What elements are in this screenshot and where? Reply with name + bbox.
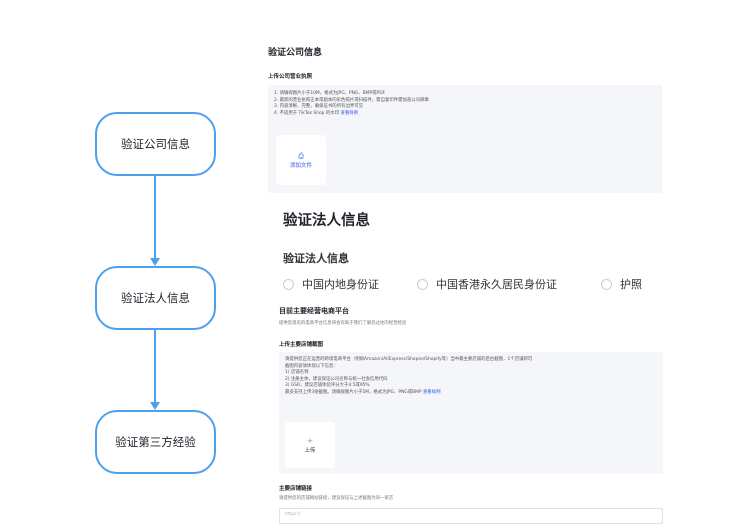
radio-circle-icon	[283, 278, 294, 290]
upload-screenshot-button[interactable]: + 上传	[285, 422, 335, 468]
flow-step-label: 验证公司信息	[121, 137, 190, 151]
legal-section-subtitle: 验证法人信息	[283, 252, 349, 265]
store-link-desc: 请提供您的店铺网站链接，建议保证与上述截图为同一家店	[279, 496, 394, 501]
platform-section-title: 目前主要经营电商平台	[279, 307, 349, 315]
flow-step-verify-third-party: 验证第三方经验	[95, 410, 216, 474]
flow-step-label: 验证法人信息	[121, 291, 190, 305]
store-link-label: 主要店铺链接	[279, 486, 313, 492]
flow-connector	[154, 330, 156, 403]
upload-icon: ⎙	[298, 151, 304, 160]
flow-step-verify-legal: 验证法人信息	[95, 266, 216, 330]
license-tips: 1. 请确保图片小于10M，格式为JPG、PNG、BMP或PDF 2. 最新的营…	[274, 91, 429, 116]
flow-step-verify-company: 验证公司信息	[95, 112, 216, 176]
radio-hk-id[interactable]: 中国香港永久居民身份证	[417, 276, 557, 292]
view-sample-link[interactable]: 查看样例	[423, 390, 441, 395]
plus-icon: +	[307, 436, 313, 445]
view-sample-link[interactable]: 查看样例	[340, 111, 358, 116]
license-label: 上传公司营业执照	[268, 74, 313, 80]
store-link-input[interactable]: https://	[279, 508, 663, 524]
flow-connector	[154, 176, 156, 259]
arrow-down-icon	[150, 402, 160, 410]
store-screenshot-label: 上传主要店铺截图	[279, 342, 324, 348]
radio-circle-icon	[417, 278, 428, 290]
legal-section-title: 验证法人信息	[283, 213, 370, 229]
platform-section-desc: 提供您现有的电商平台信息将会有助于我们了解您过往的经营经验	[279, 321, 407, 326]
radio-circle-icon	[601, 278, 612, 290]
radio-passport[interactable]: 护照	[601, 276, 642, 292]
flow-step-label: 验证第三方经验	[115, 435, 196, 449]
add-file-button[interactable]: ⎙ 添加文件	[276, 135, 326, 185]
license-upload-panel: 1. 请确保图片小于10M，格式为JPG、PNG、BMP或PDF 2. 最新的营…	[268, 85, 662, 193]
arrow-down-icon	[150, 258, 160, 266]
radio-mainland-id[interactable]: 中国内地身份证	[283, 276, 379, 292]
store-upload-panel: 请提供您正在运营的跨境电商平台（例如Amazon/AliExpress/Shop…	[279, 352, 663, 474]
company-section-title: 验证公司信息	[268, 48, 323, 58]
store-tips: 请提供您正在运营的跨境电商平台（例如Amazon/AliExpress/Shop…	[285, 357, 533, 395]
